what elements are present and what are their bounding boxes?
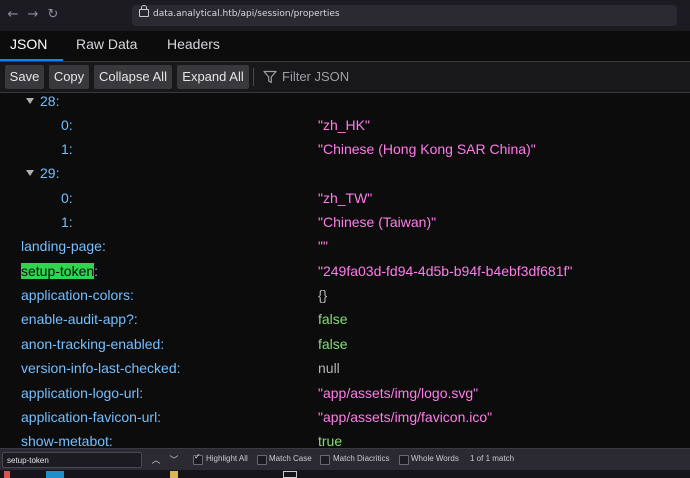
tree-row[interactable]: version-info-last-checked: null (0, 356, 690, 380)
tree-key: 0: (61, 190, 73, 206)
match-diacritics-label: Match Diacritics (333, 454, 390, 463)
tree-key: version-info-last-checked: (21, 360, 181, 376)
find-match-highlight: setup-token (21, 263, 95, 279)
find-input[interactable]: setup-token (2, 452, 142, 468)
tree-value: false (318, 311, 348, 327)
viewer-tabs: JSON Raw Data Headers (0, 31, 690, 62)
tree-row[interactable]: application-colors: {} (0, 283, 690, 307)
taskbar (0, 470, 690, 478)
tree-value: {} (318, 287, 328, 303)
address-bar[interactable]: data.analytical.htb/api/session/properti… (132, 5, 677, 26)
tree-key: 0: (61, 117, 73, 133)
tree-row[interactable]: 1: "Chinese (Hong Kong SAR China)" (0, 137, 690, 161)
filter-json-input[interactable]: Filter JSON (282, 69, 349, 84)
tree-row[interactable]: 0: "zh_TW" (0, 186, 690, 210)
highlight-all-label: Highlight All (206, 454, 248, 463)
tree-row[interactable]: 1: "Chinese (Taiwan)" (0, 210, 690, 234)
tree-key: anon-tracking-enabled: (21, 336, 165, 352)
tree-key: landing-page: (21, 238, 106, 254)
tree-row[interactable]: 28: (0, 92, 690, 113)
expand-all-button[interactable]: Expand All (177, 65, 249, 89)
find-previous-icon[interactable]: ︿ (149, 453, 163, 467)
tree-key-highlighted: setup-token: (21, 259, 98, 283)
tree-row[interactable]: application-favicon-url: "app/assets/img… (0, 405, 690, 429)
tree-key: application-colors: (21, 287, 134, 303)
tree-value: "Chinese (Taiwan)" (318, 214, 437, 230)
tree-row[interactable]: 29: (0, 161, 690, 185)
tree-row[interactable]: 0: "zh_HK" (0, 113, 690, 137)
tree-key: 1: (61, 141, 73, 157)
tree-row[interactable]: show-metabot: true (0, 429, 690, 448)
find-result-count: 1 of 1 match (470, 454, 515, 463)
tree-value: "Chinese (Hong Kong SAR China)" (318, 141, 536, 157)
tree-key: application-favicon-url: (21, 409, 162, 425)
taskbar-app-icon[interactable] (4, 471, 10, 478)
tree-value: false (318, 336, 348, 352)
active-tab-indicator (0, 59, 63, 61)
tree-key: enable-audit-app?: (21, 311, 138, 327)
tree-value: "" (318, 238, 328, 254)
browser-toolbar: ← → ↻ data.analytical.htb/api/session/pr… (0, 0, 690, 31)
url-text: data.analytical.htb/api/session/properti… (153, 9, 340, 19)
match-diacritics-checkbox[interactable] (320, 455, 330, 465)
tree-row[interactable]: enable-audit-app?: false (0, 307, 690, 331)
tree-value: "zh_HK" (318, 117, 370, 133)
expand-toggle-icon[interactable] (26, 170, 34, 176)
tree-row[interactable]: setup-token: "249fa03d-fd94-4d5b-b94f-b4… (0, 259, 690, 283)
whole-words-label: Whole Words (411, 454, 459, 463)
filter-icon (263, 70, 277, 84)
forward-icon[interactable]: → (24, 6, 42, 24)
tree-key: 1: (61, 214, 73, 230)
json-tree: 28: 0: "zh_HK" 1: "Chinese (Hong Kong SA… (0, 92, 690, 448)
tree-value: "app/assets/img/logo.svg" (318, 385, 479, 401)
toolbar-divider (253, 68, 254, 86)
tree-key: show-metabot: (21, 433, 113, 448)
copy-button[interactable]: Copy (49, 65, 89, 89)
back-icon[interactable]: ← (4, 6, 22, 24)
tree-row[interactable]: anon-tracking-enabled: false (0, 332, 690, 356)
find-bar: setup-token ︿ ﹀ Highlight All Match Case… (0, 448, 690, 471)
lock-icon (139, 5, 149, 17)
taskbar-app-icon[interactable] (283, 471, 297, 478)
taskbar-app-icon[interactable] (170, 471, 178, 478)
tab-raw-data[interactable]: Raw Data (76, 36, 137, 52)
tree-value: "app/assets/img/favicon.ico" (318, 409, 493, 425)
tree-value: "249fa03d-fd94-4d5b-b94f-b4ebf3df681f" (318, 263, 573, 279)
tree-key: 29: (40, 165, 60, 181)
key-colon: : (94, 263, 99, 279)
match-case-checkbox[interactable] (257, 455, 267, 465)
tree-key: application-logo-url: (21, 385, 144, 401)
match-case-label: Match Case (269, 454, 312, 463)
tab-headers[interactable]: Headers (167, 36, 220, 52)
find-next-icon[interactable]: ﹀ (167, 453, 181, 467)
highlight-all-checkbox[interactable] (193, 452, 203, 465)
json-toolbar: Save Copy Collapse All Expand All Filter… (0, 62, 690, 93)
tree-key: 28: (40, 93, 60, 109)
tree-value: null (318, 360, 340, 376)
save-button[interactable]: Save (5, 65, 44, 89)
reload-icon[interactable]: ↻ (44, 6, 62, 24)
collapse-all-button[interactable]: Collapse All (94, 65, 172, 89)
expand-toggle-icon[interactable] (26, 98, 34, 104)
taskbar-app-icon[interactable] (46, 471, 64, 478)
tree-row[interactable]: application-logo-url: "app/assets/img/lo… (0, 381, 690, 405)
tree-value: true (318, 433, 343, 448)
whole-words-checkbox[interactable] (399, 455, 409, 465)
tab-json[interactable]: JSON (10, 36, 47, 52)
tree-value: "zh_TW" (318, 190, 373, 206)
tree-row[interactable]: landing-page: "" (0, 234, 690, 258)
